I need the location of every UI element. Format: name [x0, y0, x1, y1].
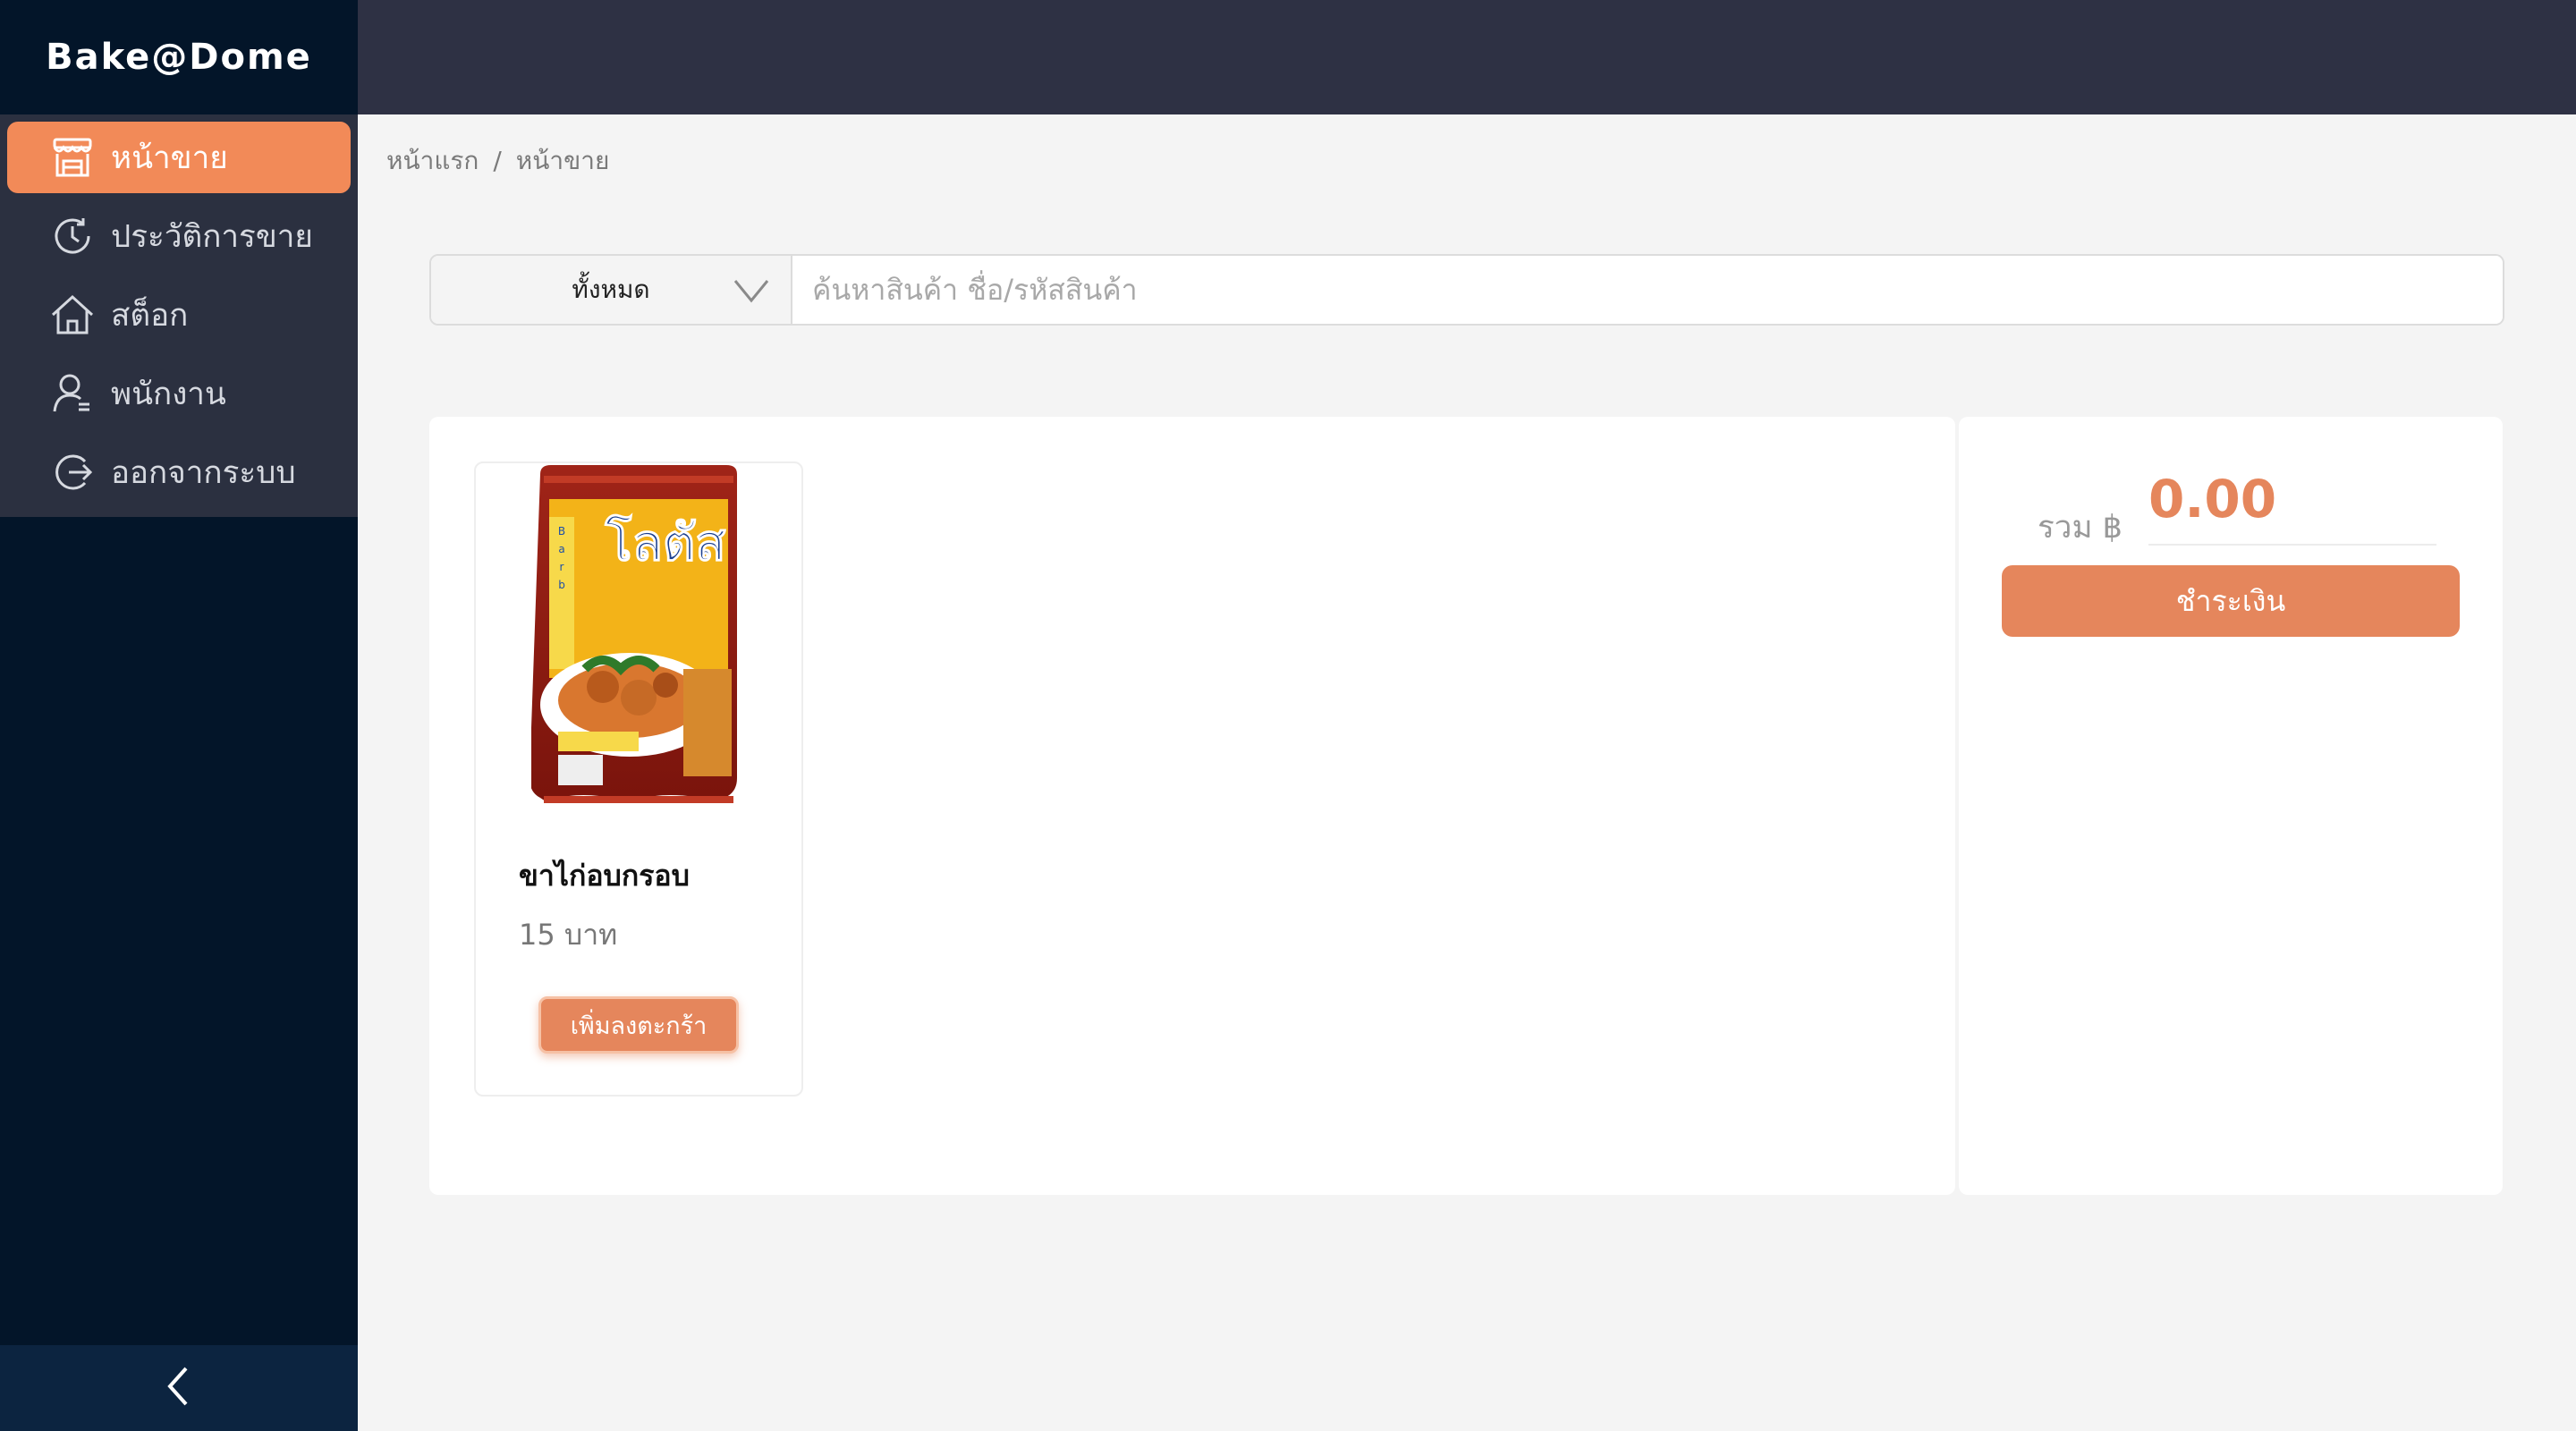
- breadcrumb: หน้าแรก / หน้าขาย: [386, 141, 609, 181]
- svg-text:r: r: [560, 561, 564, 573]
- category-selected: ทั้งหมด: [572, 275, 650, 304]
- product-card: B a r b โลตัส โลตัส ขาไก่อบกรอบ 15 บาท เ…: [474, 461, 803, 1097]
- cart-panel: รวม ฿ 0.00 ชำระเงิน: [1959, 417, 2503, 1195]
- search-input[interactable]: [792, 256, 2503, 324]
- main-content: หน้าแรก / หน้าขาย ทั้งหมด ค้นหาสินค้า ชื…: [358, 114, 2576, 1431]
- svg-text:โลตัส: โลตัส: [605, 513, 727, 572]
- category-select[interactable]: ทั้งหมด: [431, 256, 792, 324]
- clock-icon: [48, 212, 97, 260]
- sidebar-item-stock[interactable]: สต็อก: [7, 279, 351, 351]
- sidebar-item-label: สต็อก: [111, 297, 189, 334]
- user-icon: [48, 369, 97, 418]
- add-to-cart-button[interactable]: เพิ่มลงตะกร้า: [538, 996, 739, 1054]
- sidebar-item-label: พนักงาน: [111, 376, 226, 412]
- breadcrumb-home[interactable]: หน้าแรก: [386, 146, 479, 175]
- home-icon: [48, 291, 97, 339]
- breadcrumb-current: หน้าขาย: [515, 146, 610, 175]
- search-bar: ทั้งหมด: [429, 254, 2504, 326]
- brand-name: Bake@Dome: [46, 37, 312, 78]
- svg-text:a: a: [558, 543, 564, 555]
- svg-text:B: B: [558, 525, 565, 538]
- logout-icon: [48, 448, 97, 496]
- sidebar-item-label: หน้าขาย: [111, 140, 228, 176]
- sidebar-item-staff[interactable]: พนักงาน: [7, 358, 351, 429]
- product-price: 15 บาท: [519, 918, 618, 952]
- sidebar-item-label: ออกจากระบบ: [111, 454, 296, 491]
- brand: Bake@Dome: [0, 0, 358, 114]
- store-icon: [48, 133, 97, 182]
- breadcrumb-separator: /: [493, 146, 502, 175]
- product-grid: B a r b โลตัส โลตัส ขาไก่อบกรอบ 15 บาท เ…: [429, 417, 1955, 1195]
- product-name: ขาไก่อบกรอบ: [519, 859, 690, 893]
- sidebar: Bake@Dome หน้าขาย ประวัติการขาย สต็อก พน…: [0, 0, 358, 1431]
- sidebar-item-sales-history[interactable]: ประวัติการขาย: [7, 200, 351, 272]
- total-label: รวม ฿: [2038, 510, 2123, 546]
- pay-button[interactable]: ชำระเงิน: [2002, 565, 2460, 637]
- sidebar-item-sales[interactable]: หน้าขาย: [7, 122, 351, 193]
- chevron-down-icon: [732, 274, 771, 316]
- total-value: 0.00: [2148, 469, 2277, 529]
- total-underline: [2148, 544, 2436, 546]
- sidebar-item-logout[interactable]: ออกจากระบบ: [7, 436, 351, 508]
- chevron-left-icon: [161, 1365, 197, 1411]
- sidebar-menu: หน้าขาย ประวัติการขาย สต็อก พนักงาน ออกจ…: [0, 114, 358, 517]
- collapse-sidebar-button[interactable]: [0, 1345, 358, 1431]
- product-image[interactable]: B a r b โลตัส โลตัส: [530, 463, 746, 821]
- svg-text:b: b: [558, 579, 565, 591]
- top-bar: [358, 0, 2576, 114]
- sidebar-item-label: ประวัติการขาย: [111, 218, 313, 255]
